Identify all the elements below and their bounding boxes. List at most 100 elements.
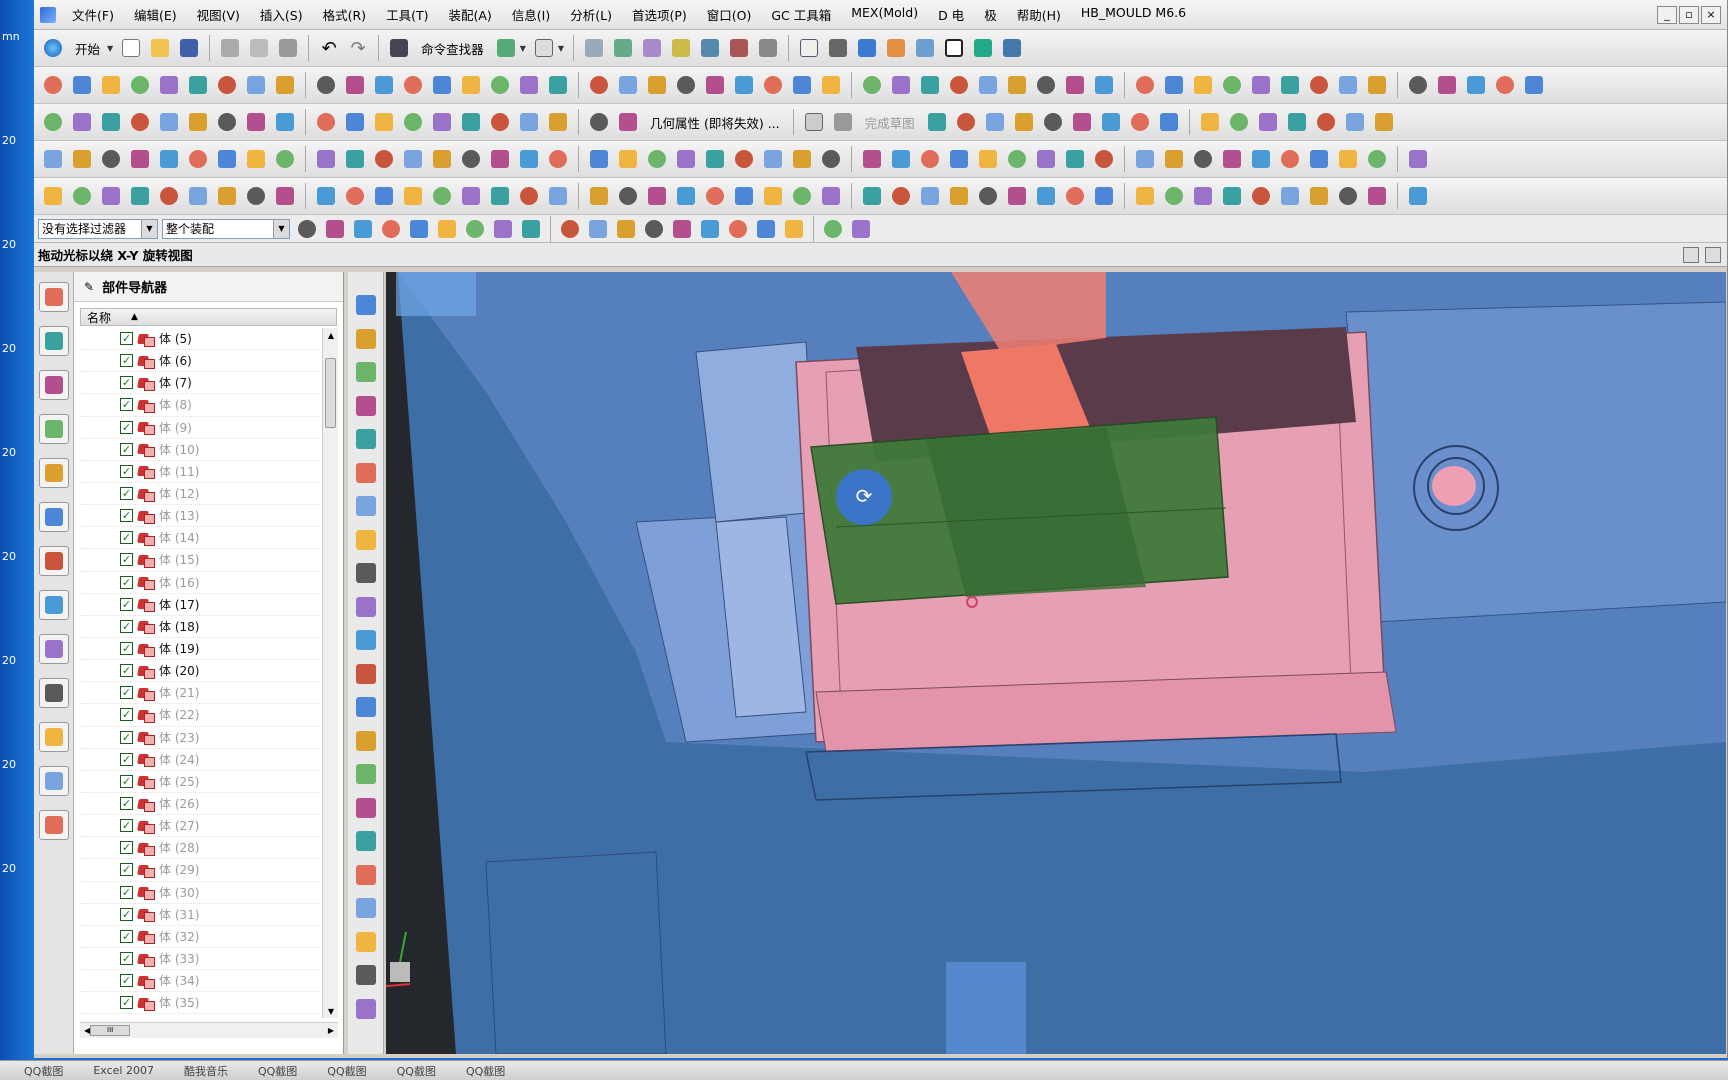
horizontal-scroll-thumb[interactable]: III <box>90 1025 131 1036</box>
mold-tool-19-icon[interactable] <box>615 183 641 209</box>
resource-tab-7-icon[interactable] <box>38 590 69 620</box>
sketch-constraint-7-icon[interactable] <box>1127 109 1153 135</box>
select-icon[interactable] <box>493 35 519 61</box>
sketch-tool-15-icon[interactable] <box>487 146 513 172</box>
menu-item-7[interactable]: 信息(I) <box>502 5 560 24</box>
sketch-tool-40-icon[interactable] <box>1248 146 1274 172</box>
visibility-checkbox[interactable]: ✓ <box>120 553 133 567</box>
menu-item-0[interactable]: 文件(F) <box>62 5 124 24</box>
sketch-constraint-3-icon[interactable] <box>1011 109 1037 135</box>
selection-scope-dropdown[interactable]: 整个装配 ▼ <box>162 218 290 239</box>
menu-item-4[interactable]: 格式(R) <box>313 5 376 24</box>
sketch-tool-45-icon[interactable] <box>1405 146 1431 172</box>
visibility-checkbox[interactable]: ✓ <box>120 575 133 589</box>
mold-tool-17-icon[interactable] <box>545 183 571 209</box>
sketch-tool-37-icon[interactable] <box>1161 146 1187 172</box>
surface-tool-8-icon[interactable] <box>272 72 298 98</box>
mold-tool-40-icon[interactable] <box>1248 183 1274 209</box>
mold-tool-23-icon[interactable] <box>731 183 757 209</box>
mold-tool-10-icon[interactable] <box>342 183 368 209</box>
navigator-row[interactable]: ✓ 体 (25) <box>80 771 320 793</box>
navigator-row[interactable]: ✓ 体 (9) <box>80 417 320 439</box>
feature-tool-7-icon[interactable] <box>353 527 379 553</box>
taskbar-item[interactable]: QQ截图 <box>258 1063 297 1079</box>
surface-tool-28-icon[interactable] <box>888 72 914 98</box>
snap-tool-8-icon[interactable] <box>518 216 544 242</box>
surface-tool-16-icon[interactable] <box>516 72 542 98</box>
snap-tool-18-icon[interactable] <box>820 216 846 242</box>
curve-tool-16-icon[interactable] <box>516 109 542 135</box>
snap-tool-7-icon[interactable] <box>490 216 516 242</box>
surface-tool-41-icon[interactable] <box>1277 72 1303 98</box>
render-style-icon[interactable] <box>825 35 851 61</box>
restore-button[interactable]: ▫ <box>1679 5 1699 24</box>
sketch-constraint-1-icon[interactable] <box>953 109 979 135</box>
surface-tool-12-icon[interactable] <box>400 72 426 98</box>
navigator-row[interactable]: ✓ 体 (34) <box>80 970 320 993</box>
graphics-viewport[interactable]: ⟳ X <box>386 272 1726 1054</box>
navigator-row[interactable]: ✓ 体 (6) <box>80 350 320 373</box>
snap-tool-2-icon[interactable] <box>350 216 376 242</box>
mold-tool-14-icon[interactable] <box>458 183 484 209</box>
surface-tool-24-icon[interactable] <box>760 72 786 98</box>
scroll-right-icon[interactable]: ▶ <box>328 1026 334 1035</box>
measure-icon[interactable] <box>668 35 694 61</box>
layer-icon[interactable] <box>581 35 607 61</box>
maximize-graphics-icon[interactable] <box>1705 246 1721 263</box>
surface-tool-40-icon[interactable] <box>1248 72 1274 98</box>
assembly-icon[interactable] <box>697 35 723 61</box>
navigator-row[interactable]: ✓ 体 (11) <box>80 461 320 483</box>
sketch-constraint-11-icon[interactable] <box>1255 109 1281 135</box>
surface-tool-30-icon[interactable] <box>946 72 972 98</box>
feature-tool-21-icon[interactable] <box>353 996 379 1022</box>
sketch-tool-19-icon[interactable] <box>615 146 641 172</box>
feature-tool-14-icon[interactable] <box>353 761 379 787</box>
feature-tool-20-icon[interactable] <box>353 962 379 988</box>
snap-tool-13-icon[interactable] <box>669 216 695 242</box>
visibility-checkbox[interactable]: ✓ <box>120 952 133 965</box>
sketch-tool-28-icon[interactable] <box>888 146 914 172</box>
surface-tool-0-icon[interactable] <box>40 72 66 98</box>
mold-tool-45-icon[interactable] <box>1405 183 1431 209</box>
taskbar-item[interactable]: QQ截图 <box>466 1063 505 1079</box>
type-filter-dropdown[interactable]: 没有选择过滤器 ▼ <box>38 218 158 239</box>
navigator-row[interactable]: ✓ 体 (16) <box>80 572 320 594</box>
curve-tool-6-icon[interactable] <box>214 109 240 135</box>
wcs-icon[interactable] <box>610 35 636 61</box>
taskbar-item[interactable]: 酷我音乐 <box>184 1063 228 1079</box>
navigator-row[interactable]: ✓ 体 (24) <box>80 749 320 771</box>
orient-view-icon[interactable] <box>883 35 909 61</box>
sketch-tool-1-icon[interactable] <box>69 146 95 172</box>
menu-item-2[interactable]: 视图(V) <box>187 5 250 24</box>
resource-tab-3-icon[interactable] <box>38 414 69 444</box>
sketch-tool-0-icon[interactable] <box>40 146 66 172</box>
info-icon[interactable] <box>531 35 557 61</box>
navigator-row[interactable]: ✓ 体 (17) <box>80 594 320 616</box>
sketch-tool-8-icon[interactable] <box>272 146 298 172</box>
mold-tool-30-icon[interactable] <box>946 183 972 209</box>
surface-tool-5-icon[interactable] <box>185 72 211 98</box>
navigator-row[interactable]: ✓ 体 (20) <box>80 660 320 683</box>
sketch-tool-32-icon[interactable] <box>1004 146 1030 172</box>
curve-tool-0-icon[interactable] <box>40 109 66 135</box>
navigator-row[interactable]: ✓ 体 (31) <box>80 904 320 926</box>
navigator-row[interactable]: ✓ 体 (14) <box>80 527 320 550</box>
visibility-checkbox[interactable]: ✓ <box>120 442 133 456</box>
resource-tab-5-icon[interactable] <box>38 502 69 532</box>
snap-tool-17-icon[interactable] <box>781 216 807 242</box>
visibility-checkbox[interactable]: ✓ <box>120 464 133 478</box>
surface-tool-18-icon[interactable] <box>586 72 612 98</box>
curve-tool-4-icon[interactable] <box>156 109 182 135</box>
snap-tool-12-icon[interactable] <box>641 216 667 242</box>
snap-tool-1-icon[interactable] <box>322 216 348 242</box>
feature-tool-6-icon[interactable] <box>353 493 379 519</box>
feature-tool-13-icon[interactable] <box>353 728 379 754</box>
visibility-checkbox[interactable]: ✓ <box>120 398 133 412</box>
curve-tool-1-icon[interactable] <box>69 109 95 135</box>
surface-tool-32-icon[interactable] <box>1004 72 1030 98</box>
mold-tool-28-icon[interactable] <box>888 183 914 209</box>
mold-tool-16-icon[interactable] <box>516 183 542 209</box>
redo-icon[interactable]: ↷ <box>345 35 371 61</box>
surface-tool-44-icon[interactable] <box>1364 72 1390 98</box>
finish-sketch-icon[interactable] <box>830 109 856 135</box>
